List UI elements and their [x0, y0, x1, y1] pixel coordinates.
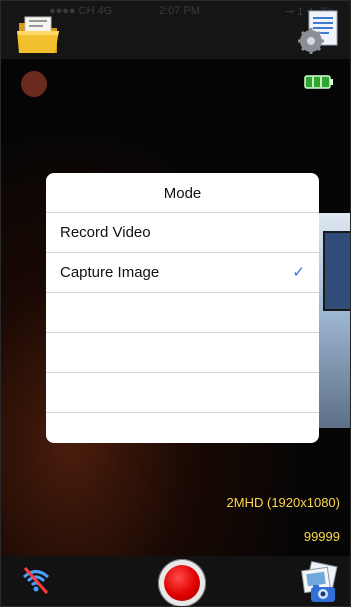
app-screen: ●●●● CH 4G 2:07 PM ⊸ 1 ✈ 7%: [0, 0, 351, 607]
mode-dialog-title: Mode: [46, 173, 319, 213]
background-photo: [317, 213, 350, 428]
mode-option-record-video[interactable]: Record Video: [46, 213, 319, 253]
background-photo-screen: [323, 231, 350, 311]
empty-row: [46, 373, 319, 413]
gallery-icon[interactable]: [297, 561, 341, 605]
wifi-off-icon[interactable]: [19, 563, 53, 597]
empty-row: [46, 293, 319, 333]
settings-icon[interactable]: [295, 9, 341, 55]
empty-row: [46, 413, 319, 443]
top-bar: ●●●● CH 4G 2:07 PM ⊸ 1 ✈ 7%: [1, 1, 350, 59]
mode-option-label: Capture Image: [60, 264, 160, 281]
status-time: 2:07 PM: [159, 5, 200, 17]
resolution-label: 2MHD (1920x1080): [226, 495, 340, 510]
checkmark-icon: ✓: [292, 264, 305, 281]
video-camera-indicator-icon: [21, 71, 47, 97]
record-dot-icon: [164, 565, 200, 601]
record-button[interactable]: [158, 559, 206, 606]
mode-option-capture-image[interactable]: Capture Image ✓: [46, 253, 319, 293]
capture-counter: 99999: [303, 529, 340, 544]
battery-icon: [304, 75, 333, 89]
mode-dialog: Mode Record Video Capture Image ✓: [46, 173, 319, 443]
folder-icon[interactable]: [15, 13, 61, 55]
empty-row: [46, 333, 319, 373]
mode-option-label: Record Video: [60, 224, 151, 241]
